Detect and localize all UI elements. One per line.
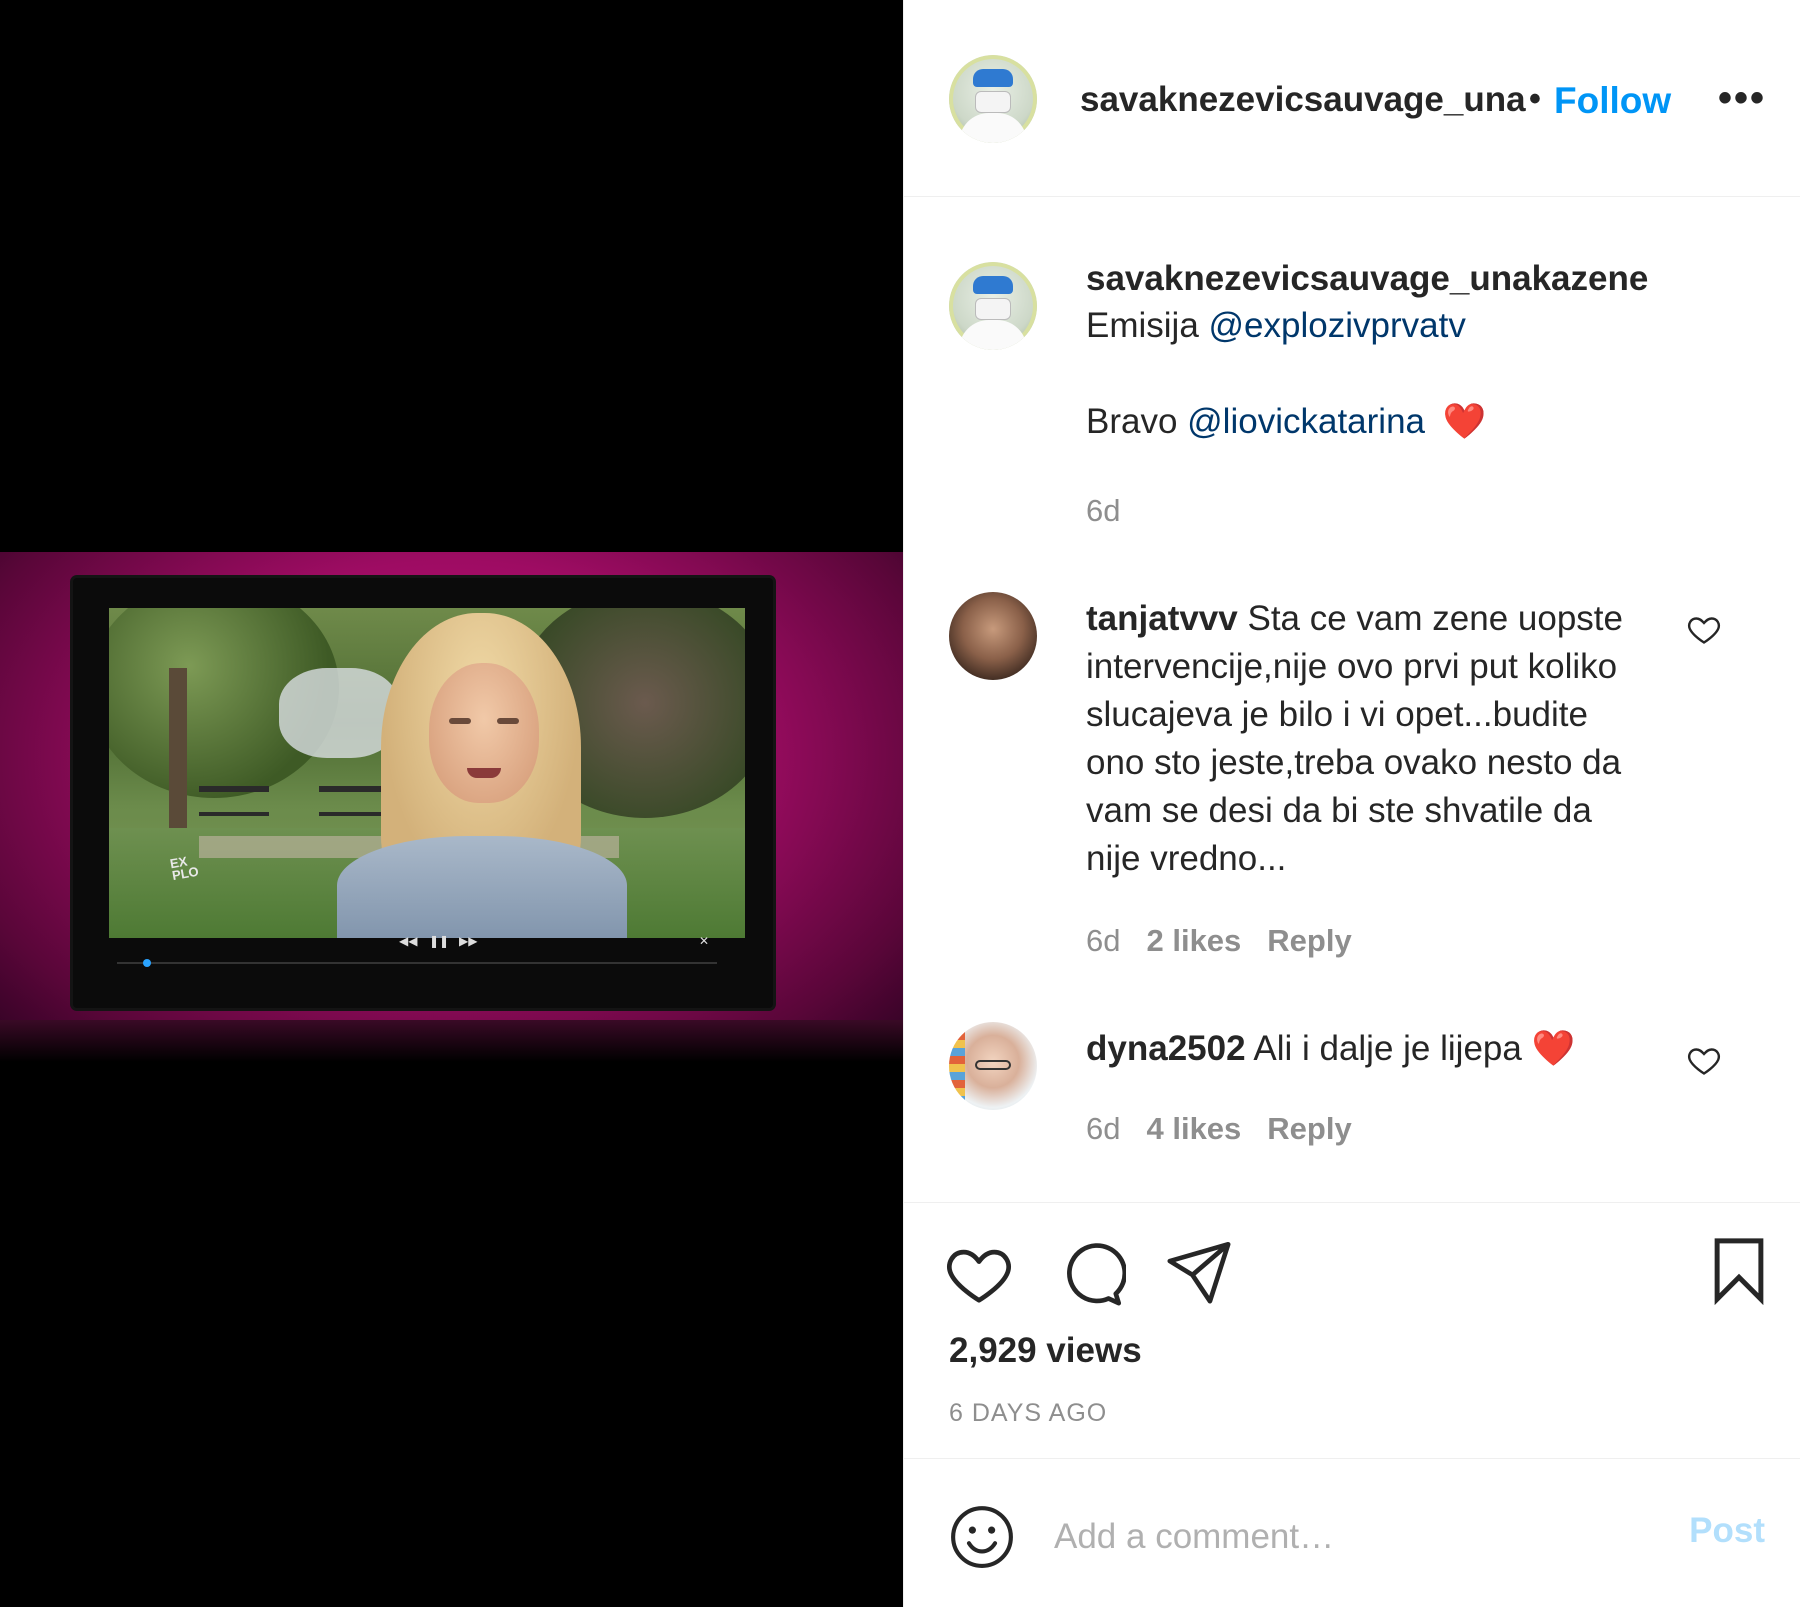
comment-age[interactable]: 6d [1086, 923, 1120, 958]
view-count[interactable]: 2,929 views [949, 1331, 1142, 1371]
comment-icon[interactable] [1056, 1239, 1126, 1309]
tv-cabinet [0, 1020, 903, 1062]
comment: tanjatvvv Sta ce vam zene uopste interve… [1086, 595, 1656, 883]
post-timestamp[interactable]: 6 DAYS AGO [949, 1399, 1107, 1428]
save-bookmark-icon[interactable] [1704, 1235, 1774, 1305]
park-bench [319, 786, 384, 816]
emoji-icon[interactable] [949, 1504, 1015, 1570]
comment-meta: 6d 4 likes Reply [1086, 1111, 1352, 1147]
comment-age[interactable]: 6d [1086, 1111, 1120, 1146]
comment: dyna2502 Ali i dalje je lijepa ❤️ [1086, 1025, 1656, 1073]
author-avatar[interactable] [949, 55, 1037, 143]
comments-list[interactable]: savaknezevicsauvage_unakazene Emisija @e… [904, 197, 1800, 1203]
caption-age[interactable]: 6d [1086, 493, 1120, 529]
caption-username[interactable]: savaknezevicsauvage_unakazene [1086, 259, 1746, 299]
comment-text: Sta ce vam zene uopste intervencije,nije… [1086, 599, 1623, 878]
like-icon[interactable] [944, 1239, 1014, 1309]
fast-forward-icon[interactable]: ▶▶ [459, 934, 477, 948]
action-bar: 2,929 views 6 DAYS AGO [904, 1203, 1800, 1458]
caption-line: Emisija @explozivprvatv [1086, 302, 1746, 350]
media-letterbox-top [0, 0, 903, 552]
like-comment-icon[interactable] [1686, 1042, 1722, 1078]
tv-screen: EX PLO [109, 608, 745, 938]
header-separator: • [1529, 80, 1541, 118]
comment-composer: Post [904, 1458, 1800, 1607]
mention-link[interactable]: @explozivprvatv [1209, 306, 1466, 345]
caption-text: Bravo [1086, 402, 1188, 441]
comment-likes[interactable]: 4 likes [1146, 1111, 1241, 1146]
comment-text: Ali i dalje je lijepa [1253, 1029, 1532, 1068]
share-icon[interactable] [1164, 1237, 1234, 1307]
comment-meta: 6d 2 likes Reply [1086, 923, 1352, 959]
progress-handle[interactable] [143, 959, 151, 967]
comment-username[interactable]: tanjatvvv [1086, 599, 1238, 638]
follow-button[interactable]: Follow [1554, 80, 1671, 122]
woman-mouth [467, 768, 501, 778]
fullscreen-icon[interactable]: ✕ [699, 934, 709, 948]
commenter-avatar[interactable] [949, 592, 1037, 680]
video-progress-bar[interactable] [117, 959, 717, 967]
caption-avatar[interactable] [949, 262, 1037, 350]
woman-eye [497, 718, 519, 724]
post-media[interactable]: EX PLO ◀◀ ❚❚ ▶▶ ✕ [0, 0, 903, 1607]
reply-button[interactable]: Reply [1267, 1111, 1351, 1146]
like-comment-icon[interactable] [1686, 611, 1722, 647]
mention-link[interactable]: @liovickatarina [1187, 402, 1425, 441]
post-panel: savaknezevicsauvage_una • Follow ••• sav… [903, 0, 1800, 1607]
video-controls: ◀◀ ❚❚ ▶▶ ✕ [109, 934, 745, 978]
woman-shirt [337, 836, 627, 938]
heart-emoji: ❤️ [1531, 1029, 1576, 1068]
channel-watermark: EX PLO [168, 853, 200, 884]
woman-eye [449, 718, 471, 724]
caption-line: Bravo @liovickatarina ❤️ [1086, 398, 1746, 446]
pause-icon[interactable]: ❚❚ [429, 934, 449, 948]
caption-text: Emisija [1086, 306, 1209, 345]
heart-emoji: ❤️ [1442, 402, 1487, 441]
park-bench [199, 786, 269, 816]
caption: savaknezevicsauvage_unakazene Emisija @e… [1086, 259, 1746, 446]
comment-username[interactable]: dyna2502 [1086, 1029, 1246, 1068]
comment-likes[interactable]: 2 likes [1146, 923, 1241, 958]
author-username[interactable]: savaknezevicsauvage_una [1080, 80, 1526, 120]
post-button[interactable]: Post [1689, 1511, 1765, 1551]
tv-set: EX PLO ◀◀ ❚❚ ▶▶ ✕ [73, 578, 773, 1008]
commenter-avatar[interactable] [949, 1022, 1037, 1110]
more-options-icon[interactable]: ••• [1718, 76, 1766, 121]
post-header: savaknezevicsauvage_una • Follow ••• [904, 0, 1800, 197]
woman-face [429, 663, 539, 803]
comment-input[interactable] [1054, 1507, 1614, 1567]
rewind-icon[interactable]: ◀◀ [399, 934, 417, 948]
reply-button[interactable]: Reply [1267, 923, 1351, 958]
